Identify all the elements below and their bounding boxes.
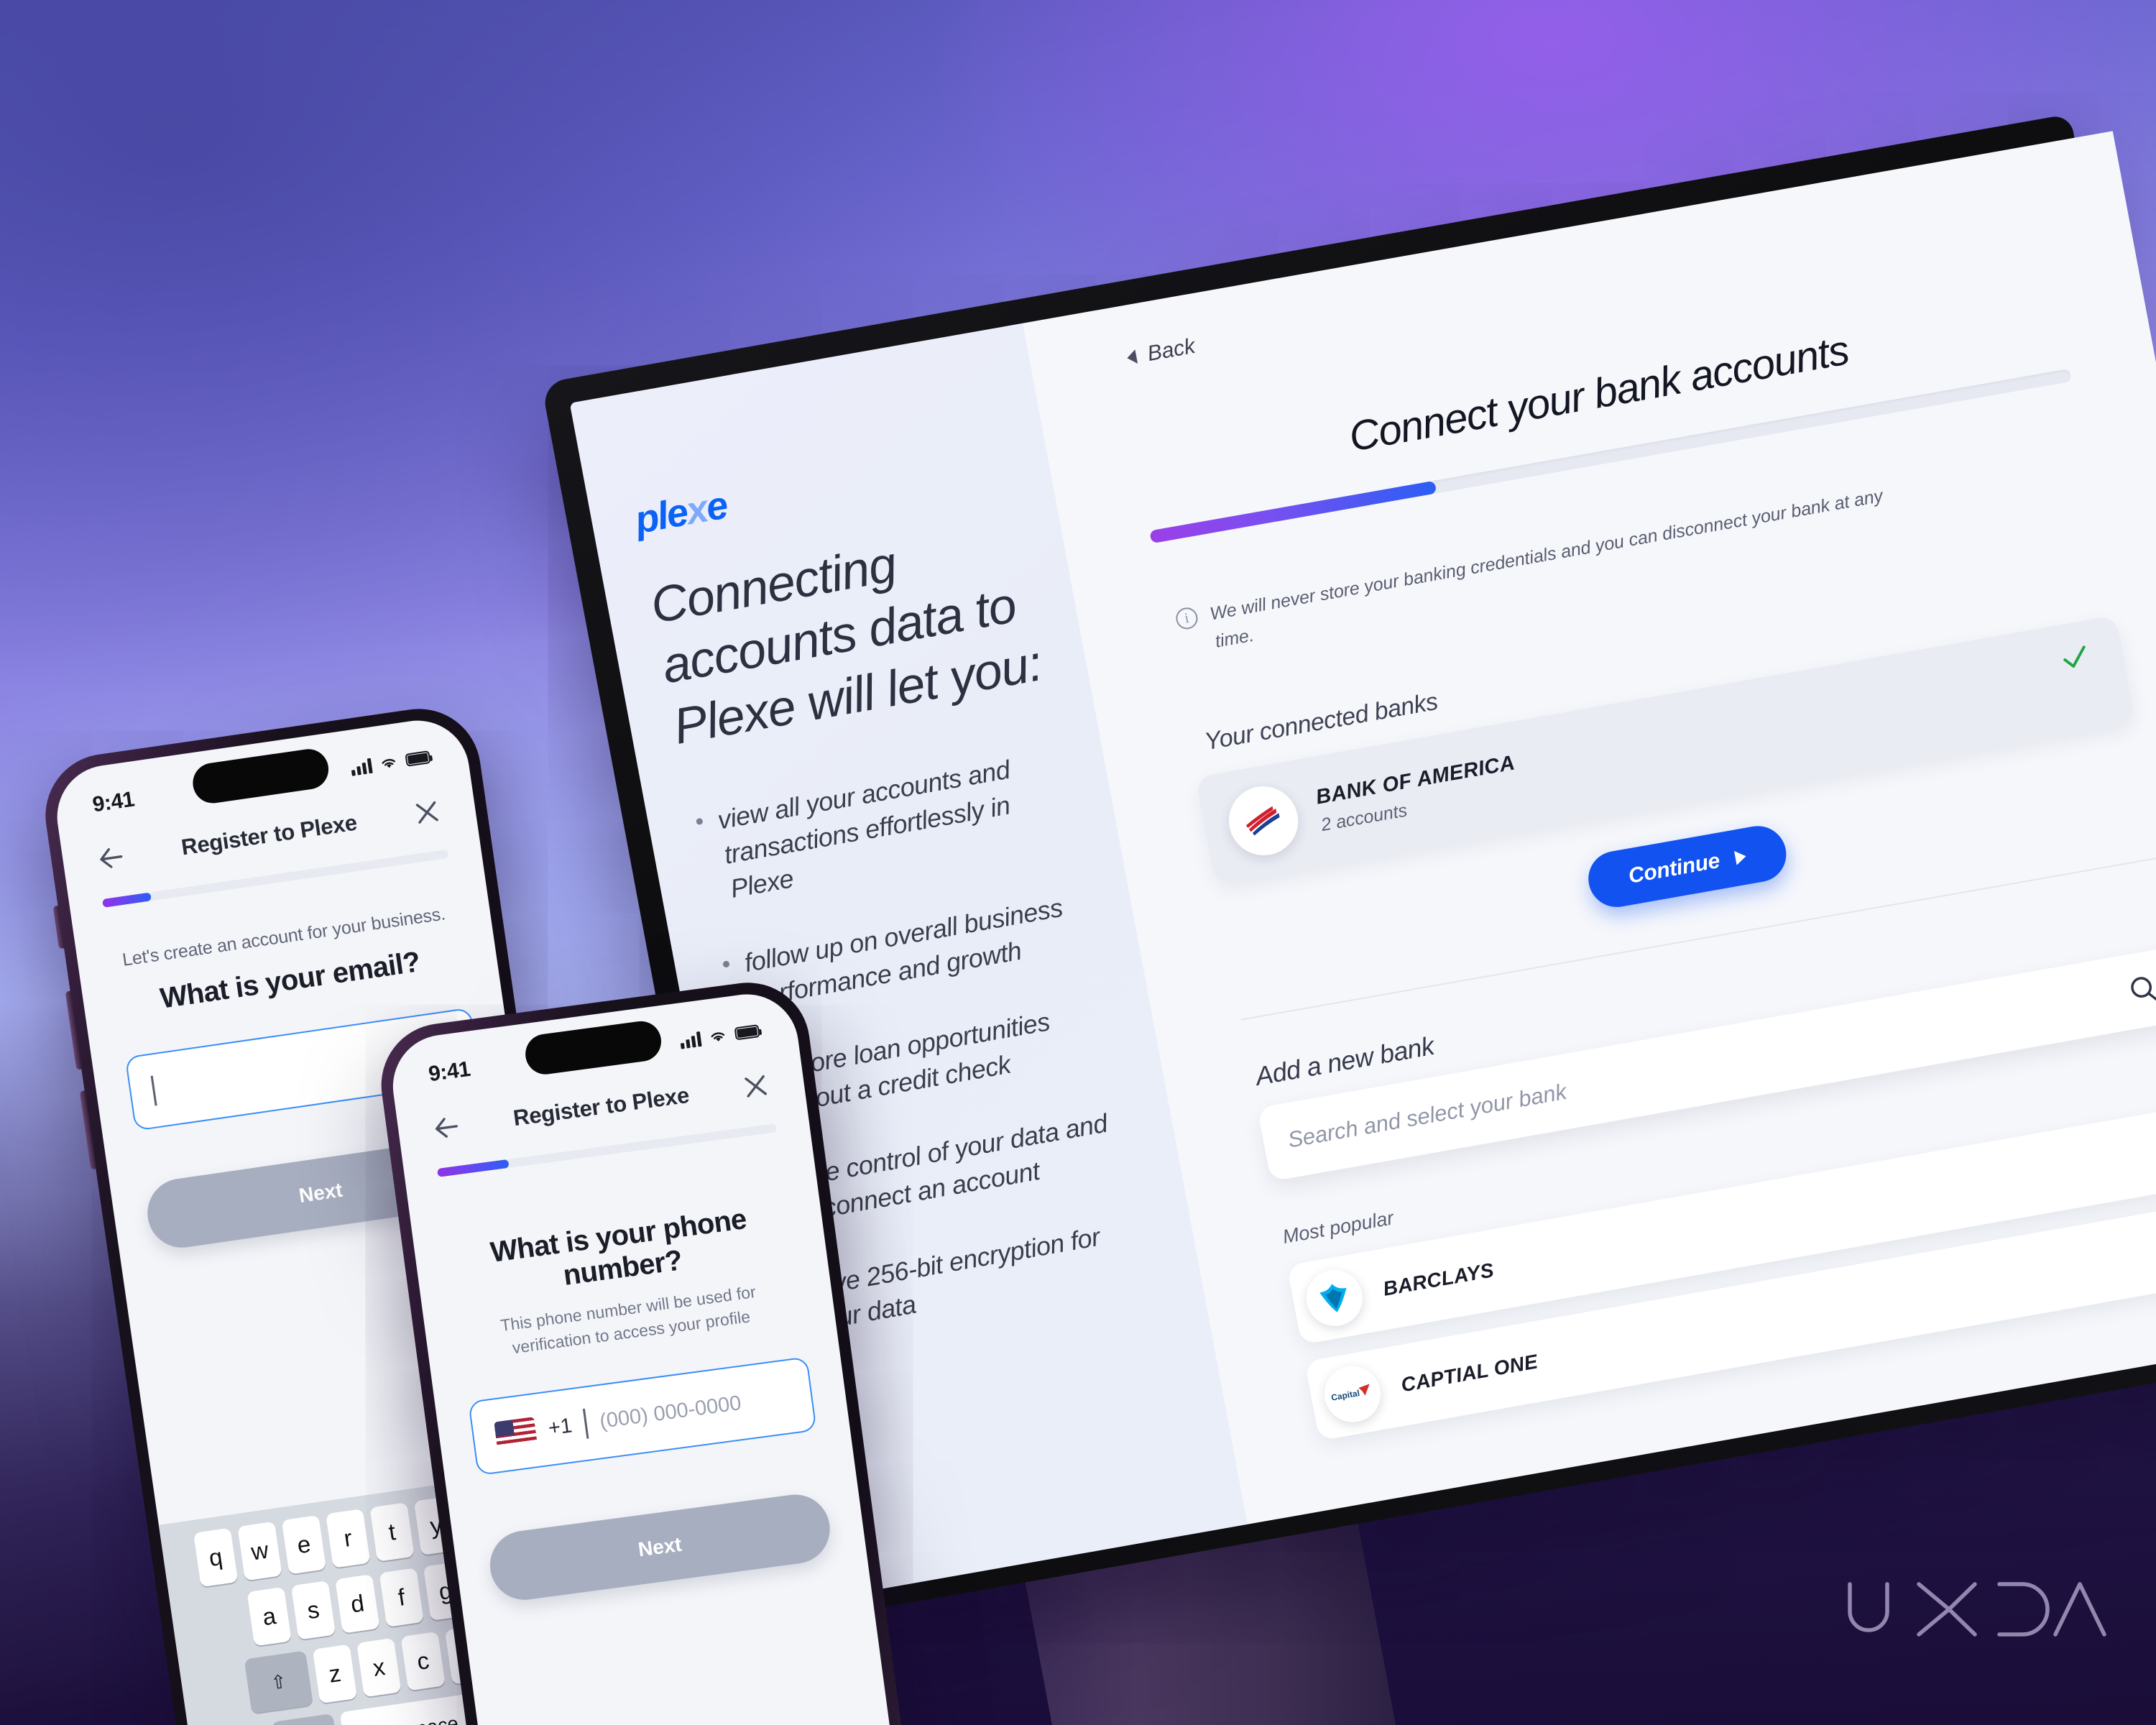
popular-bank-name: CAPTIAL ONE xyxy=(1399,1350,1540,1396)
capital-one-logo-icon: Capital xyxy=(1319,1361,1386,1427)
status-time: 9:41 xyxy=(91,787,136,817)
dynamic-island xyxy=(190,746,331,806)
uxda-logo-icon xyxy=(1848,1582,2106,1637)
back-arrow-icon[interactable] xyxy=(94,841,129,875)
phone-number-placeholder: (000) 000-0000 xyxy=(598,1391,743,1433)
wifi-icon xyxy=(382,758,396,768)
status-time: 9:41 xyxy=(427,1057,472,1087)
phone-two-title: Register to Plexe xyxy=(512,1082,691,1131)
phone-one-title: Register to Plexe xyxy=(180,809,359,860)
numeric-key[interactable]: 123 xyxy=(271,1713,341,1725)
key-r[interactable]: r xyxy=(326,1509,371,1568)
uxda-watermark xyxy=(1840,1578,2113,1640)
info-icon: i xyxy=(1174,605,1199,631)
back-button-label: Back xyxy=(1145,334,1197,366)
barclays-logo-icon xyxy=(1302,1265,1368,1330)
key-a[interactable]: a xyxy=(247,1586,292,1647)
cellular-signal-icon xyxy=(679,1031,702,1049)
key-t[interactable]: t xyxy=(369,1502,415,1562)
bank-of-america-logo-icon xyxy=(1222,781,1304,861)
key-w[interactable]: w xyxy=(237,1521,282,1581)
battery-icon xyxy=(405,750,431,767)
next-button-label: Next xyxy=(297,1178,344,1208)
close-icon[interactable] xyxy=(410,796,444,830)
wifi-icon xyxy=(711,1032,725,1041)
key-e[interactable]: e xyxy=(281,1514,327,1575)
search-icon[interactable] xyxy=(2124,970,2156,1008)
key-f[interactable]: f xyxy=(379,1568,424,1627)
battery-icon xyxy=(734,1024,760,1041)
key-z[interactable]: z xyxy=(312,1644,358,1704)
next-button-label: Next xyxy=(637,1533,683,1561)
dynamic-island xyxy=(522,1018,664,1077)
text-caret xyxy=(582,1409,589,1440)
key-c[interactable]: c xyxy=(400,1631,446,1691)
play-arrow-icon xyxy=(1733,848,1748,865)
progress-fill xyxy=(436,1159,510,1177)
country-code-label: +1 xyxy=(546,1414,573,1440)
continue-button[interactable]: Continue xyxy=(1583,821,1791,911)
us-flag-icon[interactable] xyxy=(494,1417,538,1450)
shift-key[interactable]: ⇧ xyxy=(244,1650,313,1714)
key-d[interactable]: d xyxy=(335,1574,380,1634)
phone-two-next-button[interactable]: Next xyxy=(486,1490,834,1604)
continue-button-label: Continue xyxy=(1626,848,1722,888)
cellular-signal-icon xyxy=(350,758,373,776)
key-s[interactable]: s xyxy=(290,1580,336,1640)
progress-fill xyxy=(101,892,152,908)
popular-bank-name: BARCLAYS xyxy=(1381,1258,1496,1300)
promo-heading: Connecting accounts data to Plexe will l… xyxy=(646,535,1046,755)
text-caret xyxy=(150,1075,157,1106)
progress-fill xyxy=(1149,480,1437,544)
key-q[interactable]: q xyxy=(193,1527,239,1588)
phone-number-input-field[interactable]: +1 (000) 000-0000 xyxy=(468,1356,817,1476)
status-icons xyxy=(350,750,431,776)
chevron-left-icon xyxy=(1125,349,1138,366)
svg-text:Capital: Capital xyxy=(1330,1388,1360,1403)
back-arrow-icon[interactable] xyxy=(430,1110,464,1144)
close-icon[interactable] xyxy=(739,1070,773,1103)
promo-benefit-item: view all your accounts and transactions … xyxy=(689,743,1077,911)
key-x[interactable]: x xyxy=(356,1637,402,1698)
check-icon xyxy=(2063,645,2086,668)
status-icons xyxy=(679,1024,760,1049)
